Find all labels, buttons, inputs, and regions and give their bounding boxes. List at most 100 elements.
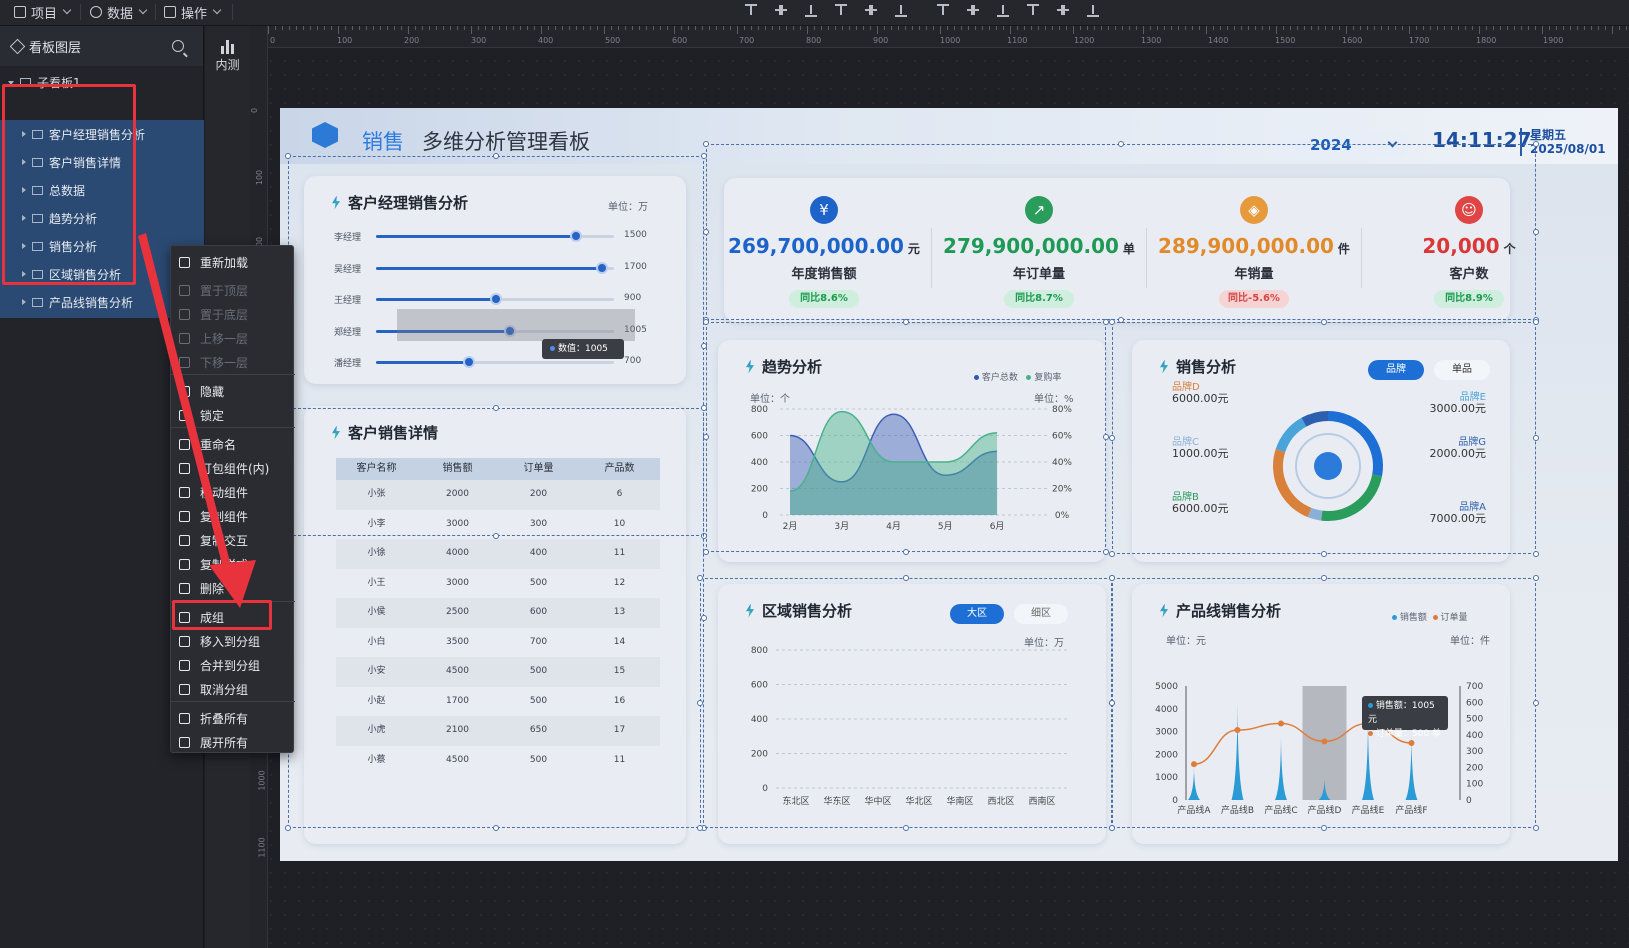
align-tool-icon[interactable]	[744, 3, 758, 17]
menu-data[interactable]: 数据	[90, 0, 148, 24]
align-tool-icon[interactable]	[1056, 3, 1070, 17]
align-tool-icon[interactable]	[894, 3, 908, 17]
resize-handle[interactable]	[1109, 319, 1115, 325]
menu-item-collapse-all[interactable]: 折叠所有	[171, 706, 295, 730]
resize-handle[interactable]	[1321, 575, 1327, 581]
resize-handle[interactable]	[285, 153, 291, 159]
chevron-down-icon	[138, 5, 148, 15]
resize-handle[interactable]	[1533, 141, 1539, 147]
resize-handle[interactable]	[285, 825, 291, 831]
resize-handle[interactable]	[703, 319, 709, 325]
resize-handle[interactable]	[697, 575, 703, 581]
resize-handle[interactable]	[1118, 141, 1124, 147]
dashboard-board[interactable]: 销售 多维分析管理看板 2024 14:11:27 星期五 2025/08/01…	[280, 108, 1618, 861]
menu-item-delete[interactable]: 删除	[171, 576, 295, 600]
layers-header: 看板图层	[0, 26, 203, 66]
menu-item-up[interactable]: 上移一层	[171, 326, 295, 350]
menu-item-move-to-group[interactable]: 移入到分组	[171, 629, 295, 653]
resize-handle[interactable]	[1533, 551, 1539, 557]
resize-handle[interactable]	[903, 319, 909, 325]
resize-handle[interactable]	[903, 549, 909, 555]
menu-item-rename[interactable]: 重命名	[171, 432, 295, 456]
ruler-tick: 300	[471, 36, 487, 45]
resize-handle[interactable]	[1109, 575, 1115, 581]
align-tool-icon[interactable]	[774, 3, 788, 17]
resize-handle[interactable]	[493, 825, 499, 831]
ruler-tick: 200	[404, 36, 420, 45]
resize-handle[interactable]	[1533, 575, 1539, 581]
menu-icon	[179, 486, 190, 498]
menu-icon	[179, 659, 190, 671]
resize-handle[interactable]	[1533, 319, 1539, 325]
resize-handle[interactable]	[1533, 700, 1539, 706]
menu-item-down[interactable]: 下移一层	[171, 350, 295, 374]
menu-item-copy[interactable]: 复制组件	[171, 504, 295, 528]
frame-icon	[32, 297, 43, 307]
menu-item-reload[interactable]: 重新加载	[171, 250, 295, 274]
menu-item-copy-interact[interactable]: 复制交互	[171, 528, 295, 552]
menu-icon	[179, 438, 190, 450]
ruler-tick: 400	[538, 36, 554, 45]
search-icon[interactable]	[172, 40, 184, 52]
resize-handle[interactable]	[1321, 551, 1327, 557]
chart-icon[interactable]	[220, 40, 236, 54]
menu-project[interactable]: 项目	[14, 0, 72, 24]
resize-handle[interactable]	[703, 549, 709, 555]
menu-item-merge-group[interactable]: 合并到分组	[171, 653, 295, 677]
internal-test-label[interactable]: 内测	[205, 56, 250, 73]
ruler-tick: 1000	[940, 36, 961, 45]
selection-outline	[288, 408, 704, 828]
chevron-down-icon	[62, 5, 72, 15]
resize-handle[interactable]	[1533, 435, 1539, 441]
menu-item-move[interactable]: 移动组件	[171, 480, 295, 504]
resize-handle[interactable]	[697, 700, 703, 706]
resize-handle[interactable]	[703, 434, 709, 440]
resize-handle[interactable]	[1109, 551, 1115, 557]
align-tool-icon[interactable]	[1086, 3, 1100, 17]
app-window: 项目 数据 操作 看板图层 子看板1 客户经理销售分析 客户销售详情总数据 趋势…	[0, 0, 1629, 948]
document-icon	[14, 6, 26, 18]
menu-item-copy-style[interactable]: 复制样式	[171, 552, 295, 576]
ruler-tick: 0	[270, 36, 276, 45]
menu-item-to-bottom[interactable]: 置于底层	[171, 302, 295, 326]
resize-handle[interactable]	[1321, 825, 1327, 831]
resize-handle[interactable]	[493, 153, 499, 159]
ruler-tick: 1500	[1275, 36, 1296, 45]
resize-handle[interactable]	[703, 229, 709, 235]
align-tool-icon[interactable]	[996, 3, 1010, 17]
menu-icon	[179, 385, 190, 397]
ruler-tick: 1300	[1141, 36, 1162, 45]
menu-item-ungroup[interactable]: 取消分组	[171, 677, 295, 701]
align-tool-icon[interactable]	[936, 3, 950, 17]
menu-item-pack[interactable]: 打包组件(内)	[171, 456, 295, 480]
menu-icon	[179, 462, 190, 474]
align-tool-icon[interactable]	[966, 3, 980, 17]
resize-handle[interactable]	[697, 825, 703, 831]
menu-item-to-top[interactable]: 置于顶层	[171, 278, 295, 302]
resize-handle[interactable]	[1321, 319, 1327, 325]
menu-icon	[179, 534, 190, 546]
resize-handle[interactable]	[903, 825, 909, 831]
menu-icon	[179, 409, 190, 421]
highlight-box-layers	[2, 84, 136, 285]
ruler-tick: 100	[337, 36, 353, 45]
align-tool-icon[interactable]	[864, 3, 878, 17]
align-tool-icon[interactable]	[804, 3, 818, 17]
resize-handle[interactable]	[1109, 435, 1115, 441]
resize-handle[interactable]	[1109, 700, 1115, 706]
menu-item-lock[interactable]: 锁定	[171, 403, 295, 427]
selection-outline	[706, 322, 1106, 552]
resize-handle[interactable]	[903, 575, 909, 581]
resize-handle[interactable]	[703, 141, 709, 147]
menu-actions[interactable]: 操作	[164, 0, 222, 24]
menu-item-hide[interactable]: 隐藏	[171, 379, 295, 403]
title-accent: 销售	[362, 130, 404, 154]
resize-handle[interactable]	[1533, 229, 1539, 235]
align-tool-icon[interactable]	[1026, 3, 1040, 17]
resize-handle[interactable]	[493, 405, 499, 411]
resize-handle[interactable]	[1109, 825, 1115, 831]
align-tool-icon[interactable]	[834, 3, 848, 17]
resize-handle[interactable]	[1533, 825, 1539, 831]
menu-item-expand-all[interactable]: 展开所有	[171, 730, 295, 754]
caret-right-icon	[22, 299, 26, 305]
